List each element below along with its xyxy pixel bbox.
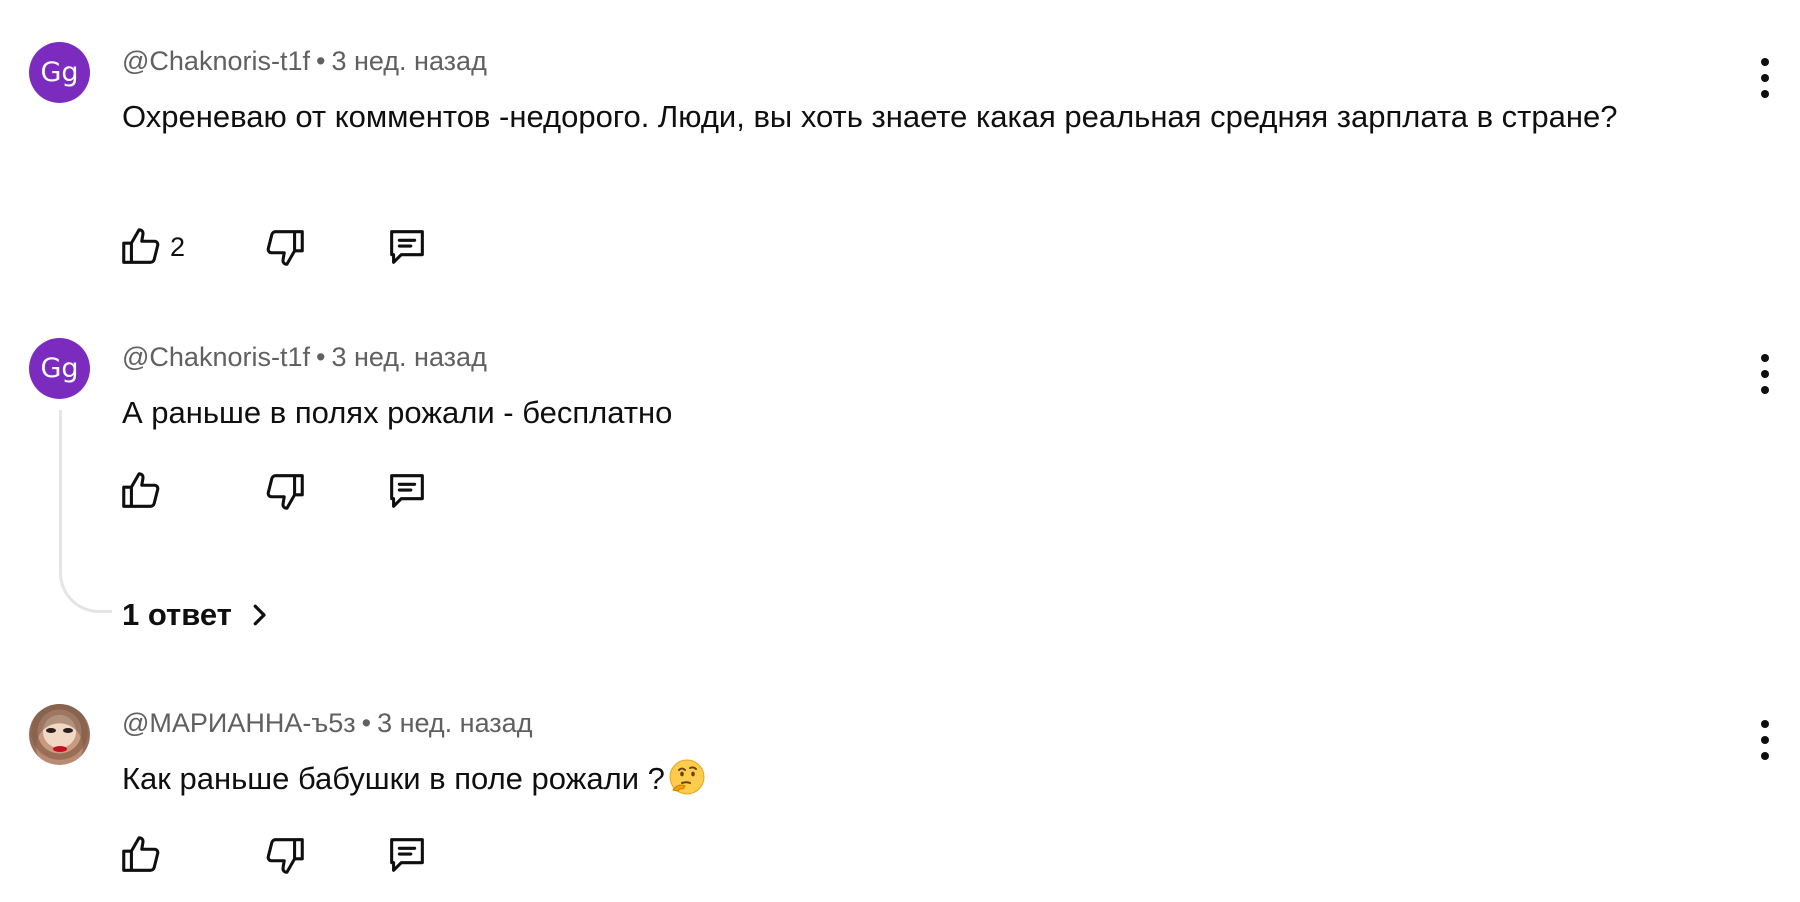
comment-actions	[118, 466, 458, 516]
author-name[interactable]: @Chaknoris-t1f	[122, 342, 310, 372]
thumbs-up-icon	[122, 228, 160, 264]
comment-reply-icon	[390, 230, 424, 264]
thumbs-down-icon	[266, 230, 304, 266]
like-button[interactable]	[118, 830, 170, 880]
comment-actions: 2	[118, 222, 458, 272]
comment-time[interactable]: 3 нед. назад	[331, 46, 486, 76]
reply-button[interactable]	[384, 830, 430, 880]
more-vertical-icon	[1761, 720, 1769, 728]
meta-separator: •	[315, 342, 326, 372]
thumbs-up-icon	[122, 836, 160, 872]
avatar[interactable]	[29, 704, 90, 765]
comment-item: Gg @Chaknoris-t1f • 3 нед. назад А раньше …	[0, 300, 1800, 640]
chevron-right-icon	[253, 604, 266, 626]
reply-button[interactable]	[384, 466, 430, 516]
dislike-button[interactable]	[262, 830, 308, 880]
dislike-button[interactable]	[262, 222, 308, 272]
meta-separator: •	[361, 708, 372, 738]
thinking-face-emoji	[669, 759, 705, 795]
view-replies-button[interactable]: 1 ответ	[122, 590, 274, 640]
like-count: 2	[170, 231, 186, 262]
comment-time[interactable]: 3 нед. назад	[377, 708, 532, 738]
more-vertical-icon	[1761, 58, 1769, 66]
meta-separator: •	[315, 46, 326, 76]
author-name[interactable]: @Chaknoris-t1f	[122, 46, 310, 76]
avatar[interactable]: Gg	[29, 338, 90, 399]
comment-actions	[118, 830, 458, 880]
comment-time[interactable]: 3 нед. назад	[331, 342, 486, 372]
comment-text-content: Как раньше бабушки в поле рожали ?	[122, 761, 665, 796]
author-name[interactable]: @МАРИАННА-ъ5з	[122, 708, 356, 738]
more-vertical-icon	[1761, 354, 1769, 362]
comment-text: А раньше в полях рожали - бесплатно	[122, 395, 673, 430]
comment-meta: @Chaknoris-t1f • 3 нед. назад	[122, 46, 487, 77]
comment-meta: @Chaknoris-t1f • 3 нед. назад	[122, 342, 487, 373]
reply-button[interactable]	[384, 222, 430, 272]
like-button[interactable]	[118, 466, 170, 516]
comment-meta: @МАРИАННА-ъ5з • 3 нед. назад	[122, 708, 532, 739]
comment-reply-icon	[390, 474, 424, 508]
comment-text: Как раньше бабушки в поле рожали ?	[122, 754, 1722, 804]
more-options-button[interactable]	[1753, 720, 1777, 760]
more-options-button[interactable]	[1753, 58, 1777, 98]
thumbs-down-icon	[266, 474, 304, 510]
avatar[interactable]: Gg	[29, 42, 90, 103]
thumbs-up-icon	[122, 472, 160, 508]
like-button[interactable]: 2	[118, 222, 185, 272]
thumbs-down-icon	[266, 838, 304, 874]
comment-text: Охреневаю от комментов -недорого. Люди, …	[122, 99, 1618, 134]
more-options-button[interactable]	[1753, 354, 1777, 394]
comment-item: @МАРИАННА-ъ5з • 3 нед. назад Как раньше ба…	[0, 660, 1800, 902]
comment-reply-icon	[390, 838, 424, 872]
replies-label: 1 ответ	[122, 597, 232, 632]
dislike-button[interactable]	[262, 466, 308, 516]
comment-item: Gg @Chaknoris-t1f • 3 нед. назад Охреневаю…	[0, 0, 1800, 290]
